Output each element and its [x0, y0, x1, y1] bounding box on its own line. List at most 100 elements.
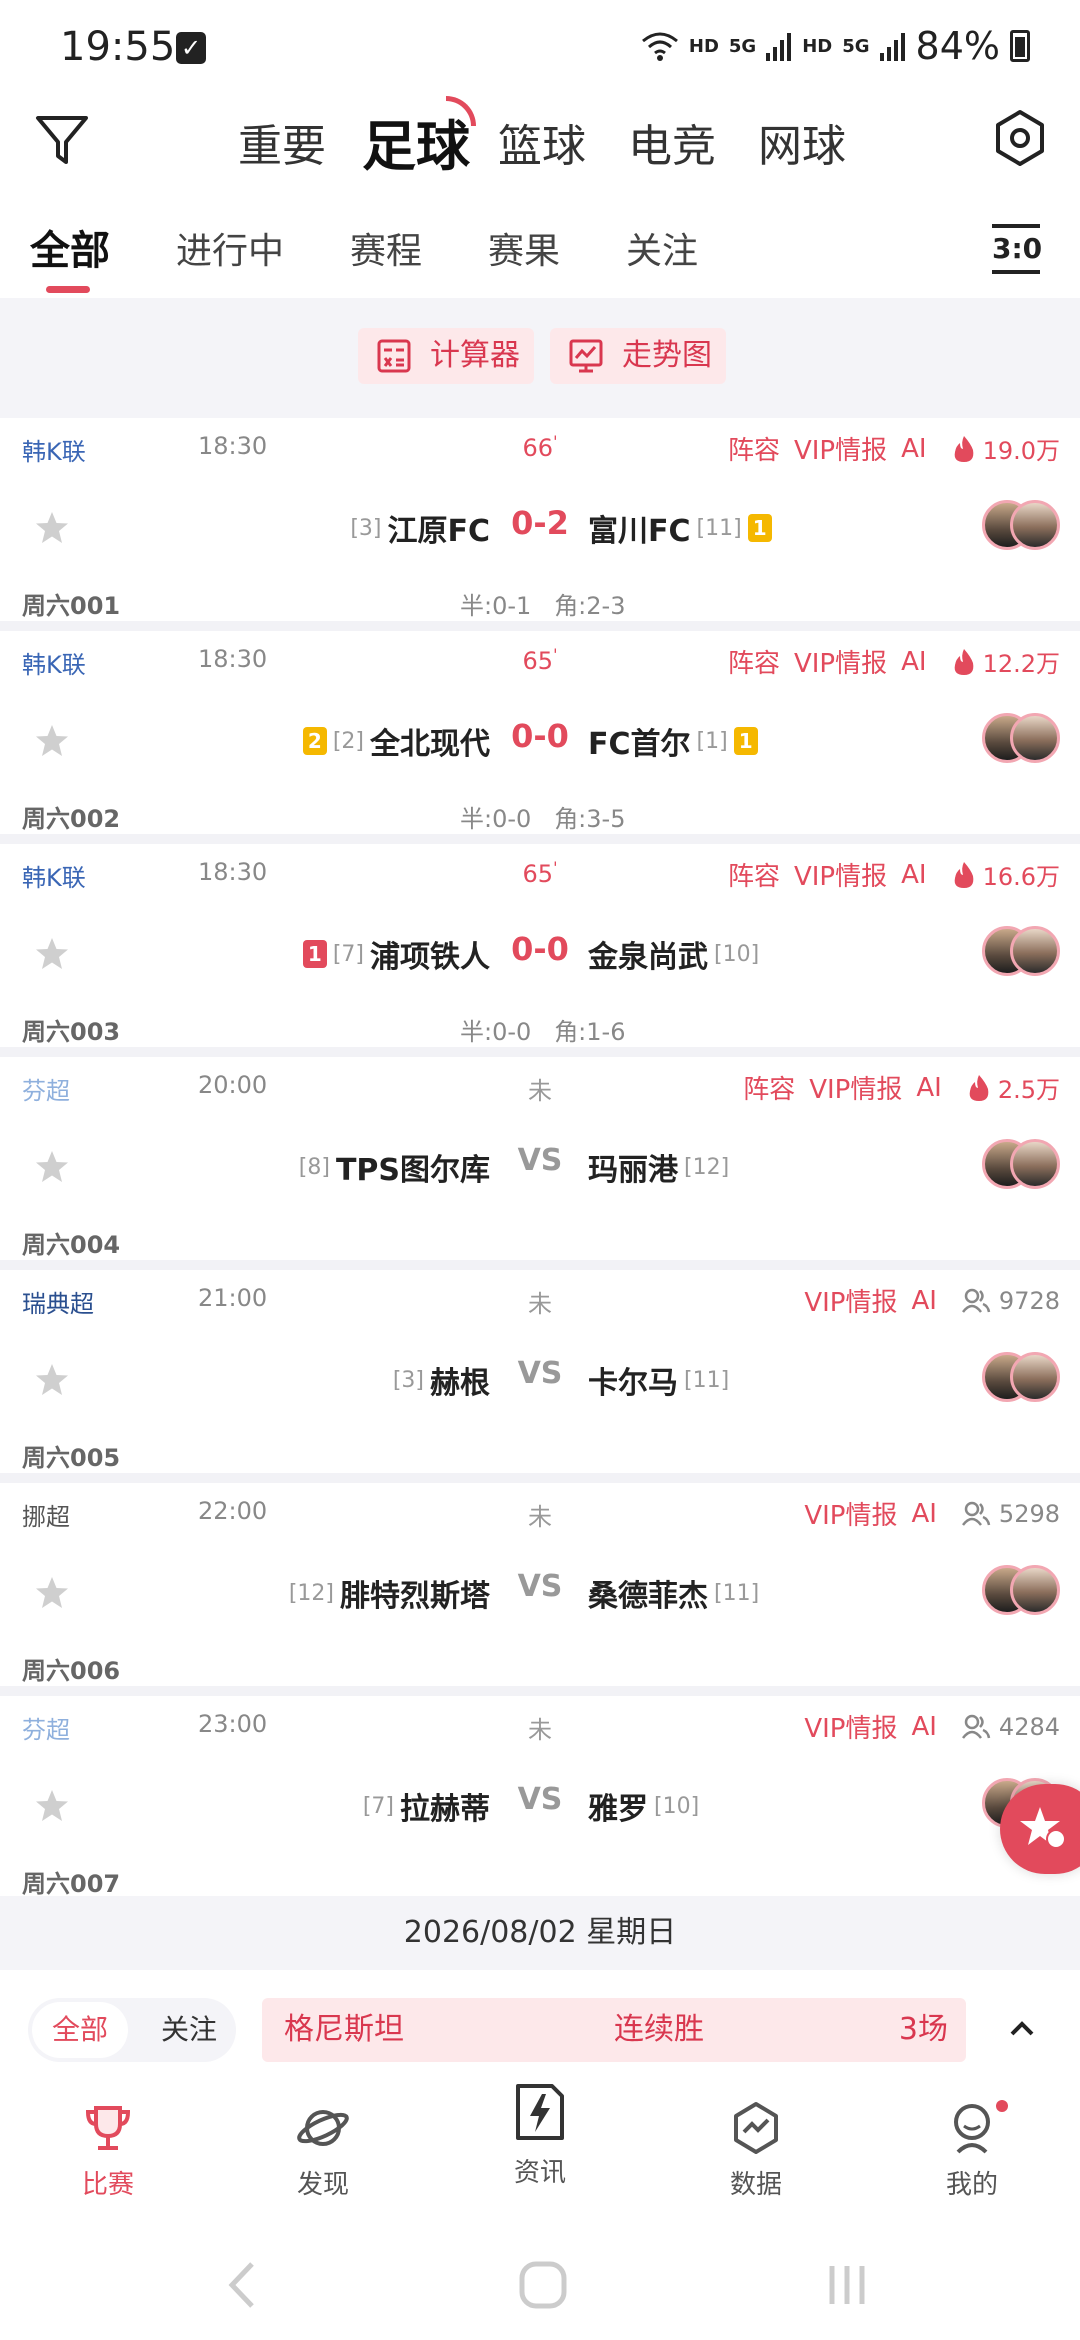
tag-vip[interactable]: VIP情报 — [794, 643, 887, 680]
system-nav — [0, 2230, 1080, 2340]
away-rank: [10] — [714, 941, 760, 967]
home-nav-icon[interactable] — [518, 2260, 568, 2310]
avatar — [1010, 713, 1060, 763]
match-row[interactable]: 挪超 22:00 未 VIP情报 AI 5298 [12] 腓特烈斯塔 VS 桑德菲杰 [11] 周六… — [0, 1483, 1080, 1696]
news-icon — [516, 2084, 564, 2140]
tag-vip[interactable]: VIP情报 — [804, 1282, 897, 1319]
favorite-star-icon[interactable] — [34, 936, 70, 972]
favorite-star-icon[interactable] — [34, 1788, 70, 1824]
expert-avatars[interactable] — [982, 713, 1062, 767]
league-name[interactable]: 芬超 — [22, 1071, 70, 1106]
match-status: 65' — [522, 645, 558, 675]
expert-avatars[interactable] — [982, 1352, 1062, 1406]
match-score: 0-0 — [511, 930, 569, 968]
score-display-icon[interactable]: 3:0 — [992, 224, 1042, 274]
favorite-star-icon[interactable] — [34, 1362, 70, 1398]
league-name[interactable]: 韩K联 — [22, 432, 86, 467]
match-row[interactable]: 韩K联 18:30 65' 阵容 VIP情报 AI 16.6万 1 [7] 浦项铁人 0-0 金泉尚武… — [0, 844, 1080, 1057]
expert-avatars[interactable] — [982, 1565, 1062, 1619]
settings-icon[interactable] — [988, 106, 1052, 170]
trend-label: 走势图 — [622, 338, 712, 373]
tag-vip[interactable]: VIP情报 — [809, 1069, 902, 1106]
trend-button[interactable]: 走势图 — [550, 328, 726, 384]
match-not-started: 未 — [528, 1503, 552, 1531]
away-rank: [1] — [696, 728, 728, 754]
league-name[interactable]: 韩K联 — [22, 858, 86, 893]
sport-tab-tennis[interactable]: 网球 — [758, 110, 846, 174]
hd-label-2: HD — [802, 35, 833, 57]
favorite-star-icon[interactable] — [34, 1575, 70, 1611]
expert-avatars[interactable] — [982, 500, 1062, 554]
match-tags: 阵容 VIP情报 AI 12.2万 — [728, 643, 1060, 680]
sub-tab-all[interactable]: 全部 — [30, 218, 110, 276]
match-score: VS — [517, 1143, 563, 1178]
match-tags: VIP情报 AI 5298 — [804, 1495, 1060, 1532]
tag-ai[interactable]: AI — [901, 647, 926, 677]
nav-discover[interactable]: 发现 — [263, 2100, 383, 2201]
match-round: 周六003 — [22, 1018, 121, 1046]
home-team: [7] 拉赫蒂 — [363, 1784, 490, 1828]
tag-vip[interactable]: VIP情报 — [794, 856, 887, 893]
chevron-up-icon[interactable] — [1008, 2014, 1036, 2042]
nav-news-label: 资讯 — [513, 2158, 566, 2188]
sport-tab-esports[interactable]: 电竞 — [628, 110, 716, 174]
tag-ai[interactable]: AI — [901, 434, 926, 464]
tag-vip[interactable]: VIP情报 — [794, 430, 887, 467]
recents-nav-icon[interactable] — [822, 2260, 872, 2310]
league-name[interactable]: 芬超 — [22, 1710, 70, 1745]
tag-lineup[interactable]: 阵容 — [743, 1069, 795, 1106]
home-team: [12] 腓特烈斯塔 — [289, 1571, 490, 1615]
streak-segment-follow[interactable]: 关注 — [144, 2002, 234, 2058]
nav-news[interactable]: 资讯 — [480, 2080, 600, 2189]
league-name[interactable]: 韩K联 — [22, 645, 86, 680]
nav-profile[interactable]: 我的 — [912, 2100, 1032, 2201]
expert-avatars[interactable] — [982, 926, 1062, 980]
tag-ai[interactable]: AI — [901, 860, 926, 890]
tag-ai[interactable]: AI — [911, 1499, 936, 1529]
favorite-star-icon[interactable] — [34, 510, 70, 546]
floating-action-button[interactable] — [1000, 1784, 1080, 1874]
sport-tab-basketball[interactable]: 篮球 — [498, 110, 586, 174]
league-name[interactable]: 挪超 — [22, 1497, 70, 1532]
favorite-star-icon[interactable] — [34, 723, 70, 759]
away-rank: [11] — [684, 1367, 730, 1393]
sub-tab-follow[interactable]: 关注 — [626, 222, 698, 274]
calculator-button[interactable]: 计算器 — [358, 328, 534, 384]
match-round: 周六005 — [22, 1444, 121, 1472]
match-time: 18:30 — [198, 432, 268, 460]
nav-data[interactable]: 数据 — [696, 2100, 816, 2201]
streak-card[interactable]: 格尼斯坦 连续胜 3场 — [262, 1998, 966, 2062]
tag-ai[interactable]: AI — [911, 1286, 936, 1316]
tag-lineup[interactable]: 阵容 — [728, 430, 780, 467]
match-time: 20:00 — [198, 1071, 268, 1099]
match-row[interactable]: 芬超 23:00 未 VIP情报 AI 4284 [7] 拉赫蒂 VS 雅罗 [10] 周六007 — [0, 1696, 1080, 1909]
star-ball-icon — [1020, 1807, 1066, 1849]
sub-tab-schedule[interactable]: 赛程 — [350, 222, 422, 274]
nav-profile-label: 我的 — [945, 2170, 998, 2200]
half-score: 半:0-1 — [460, 592, 532, 620]
match-row[interactable]: 韩K联 18:30 65' 阵容 VIP情报 AI 12.2万 2 [2] 全北现代 0-0 FC首尔… — [0, 631, 1080, 844]
match-row[interactable]: 瑞典超 21:00 未 VIP情报 AI 9728 [3] 赫根 VS 卡尔马 [11] 周六005 — [0, 1270, 1080, 1483]
tag-vip[interactable]: VIP情报 — [804, 1708, 897, 1745]
league-name[interactable]: 瑞典超 — [22, 1284, 94, 1319]
match-row[interactable]: 韩K联 18:30 66' 阵容 VIP情报 AI 19.0万 [3] 江原FC 0-2 富川FC[… — [0, 418, 1080, 631]
sub-tab-live[interactable]: 进行中 — [176, 222, 284, 274]
tag-lineup[interactable]: 阵容 — [728, 856, 780, 893]
tag-vip[interactable]: VIP情报 — [804, 1495, 897, 1532]
expert-avatars[interactable] — [982, 1139, 1062, 1193]
heat-value: 12.2万 — [982, 650, 1060, 678]
tag-ai[interactable]: AI — [916, 1073, 941, 1103]
away-team-name: 富川FC — [588, 514, 691, 549]
tag-ai[interactable]: AI — [911, 1712, 936, 1742]
favorite-star-icon[interactable] — [34, 1149, 70, 1185]
notification-check-icon: ✓ — [176, 32, 206, 64]
match-row[interactable]: 芬超 20:00 未 阵容 VIP情报 AI 2.5万 [8] TPS图尔库 VS 玛丽港 [12] 周… — [0, 1057, 1080, 1270]
away-team-name: 玛丽港 — [588, 1153, 678, 1188]
home-rank: [7] — [362, 1793, 394, 1819]
sport-tab-important[interactable]: 重要 — [238, 110, 326, 174]
tag-lineup[interactable]: 阵容 — [728, 643, 780, 680]
back-nav-icon[interactable] — [222, 2260, 262, 2310]
sub-tab-results[interactable]: 赛果 — [488, 222, 560, 274]
nav-matches[interactable]: 比赛 — [48, 2100, 168, 2201]
streak-segment-all[interactable]: 全部 — [32, 2002, 128, 2058]
